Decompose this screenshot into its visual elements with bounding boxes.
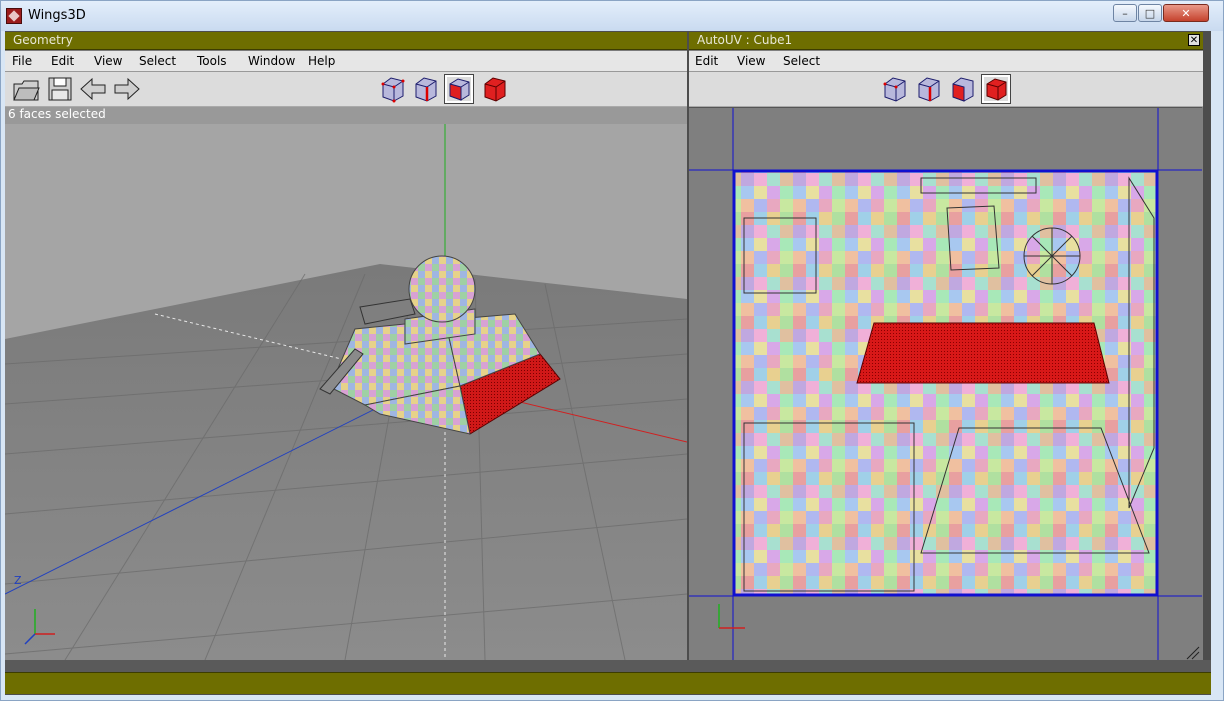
- autouv-titlebar[interactable]: AutoUV : Cube1 ✕: [689, 32, 1203, 50]
- info-bar: [5, 672, 1211, 694]
- uv-edge-mode-icon[interactable]: [914, 75, 942, 103]
- uv-vertex-mode-icon[interactable]: [880, 75, 908, 103]
- edge-mode-icon[interactable]: [411, 75, 439, 103]
- bottom-divider: [5, 660, 1211, 672]
- face-mode-icon[interactable]: [444, 74, 474, 104]
- uv-face-mode-icon[interactable]: [948, 75, 976, 103]
- geometry-toolbar: [5, 72, 687, 107]
- wings3d-app: Geometry File Edit View Select Tools Win…: [5, 31, 1211, 695]
- maximize-button[interactable]: □: [1138, 4, 1162, 22]
- autouv-close-button[interactable]: ✕: [1188, 34, 1200, 46]
- geometry-title: Geometry: [13, 33, 73, 47]
- menu-window[interactable]: Window: [248, 54, 295, 68]
- autouv-title: AutoUV : Cube1: [697, 33, 793, 47]
- autouv-toolbar: [689, 72, 1203, 107]
- uv-axis-gizmo: [718, 604, 745, 629]
- geometry-menubar: File Edit View Select Tools Window Help: [5, 51, 687, 72]
- menu-help[interactable]: Help: [308, 54, 335, 68]
- autouv-menu-view[interactable]: View: [737, 54, 765, 68]
- uv-editor-view[interactable]: [689, 107, 1202, 661]
- app-window: Wings3D – □ ✕ Geometry File Edit View Se…: [0, 0, 1224, 701]
- body-mode-icon[interactable]: [480, 75, 508, 103]
- geometry-panel: Geometry File Edit View Select Tools Win…: [5, 32, 687, 660]
- menu-file[interactable]: File: [12, 54, 32, 68]
- redo-arrow-icon[interactable]: [113, 75, 141, 103]
- z-axis-label: Z: [14, 574, 22, 587]
- geometry-viewport[interactable]: Z: [5, 124, 687, 660]
- autouv-menu-edit[interactable]: Edit: [695, 54, 718, 68]
- close-window-button[interactable]: ✕: [1163, 4, 1209, 22]
- autouv-panel: AutoUV : Cube1 ✕ Edit View Select: [689, 32, 1203, 661]
- uv-body-mode-icon[interactable]: [981, 74, 1011, 104]
- menu-tools[interactable]: Tools: [197, 54, 227, 68]
- geometry-titlebar[interactable]: Geometry: [5, 32, 687, 50]
- geometry-status-bar: 6 faces selected: [5, 107, 687, 124]
- window-title: Wings3D: [28, 8, 86, 23]
- autouv-menu-select[interactable]: Select: [783, 54, 820, 68]
- autouv-menubar: Edit View Select: [689, 51, 1203, 72]
- open-folder-icon[interactable]: [12, 75, 40, 103]
- menu-view[interactable]: View: [94, 54, 122, 68]
- menu-edit[interactable]: Edit: [51, 54, 74, 68]
- minimize-button[interactable]: –: [1113, 4, 1137, 22]
- undo-arrow-icon[interactable]: [79, 75, 107, 103]
- save-icon[interactable]: [46, 75, 74, 103]
- window-titlebar[interactable]: Wings3D – □ ✕: [1, 1, 1223, 31]
- vertex-mode-icon[interactable]: [378, 75, 406, 103]
- selection-status-text: 6 faces selected: [8, 107, 106, 121]
- menu-select[interactable]: Select: [139, 54, 176, 68]
- wings3d-logo-icon: [6, 8, 22, 24]
